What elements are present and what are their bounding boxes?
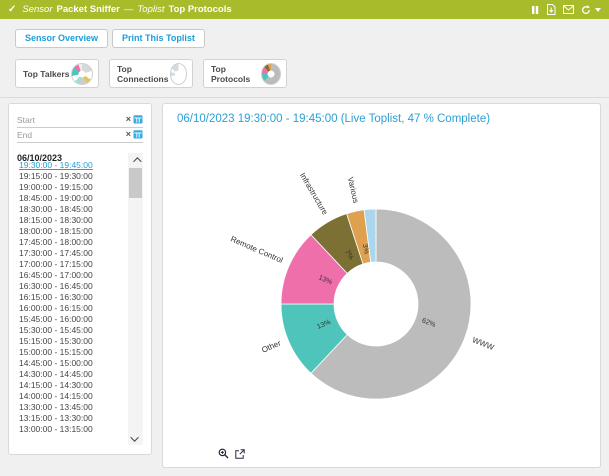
toplist-interval[interactable]: 15:15:00 - 15:30:00: [19, 336, 119, 347]
toplist-interval[interactable]: 14:15:00 - 14:30:00: [19, 380, 119, 391]
toplist-interval[interactable]: 17:45:00 - 18:00:00: [19, 237, 119, 248]
toplist-interval[interactable]: 13:15:00 - 13:30:00: [19, 413, 119, 424]
tab-top-protocols[interactable]: Top Protocols: [203, 59, 287, 88]
top-protocols-pie-icon: [261, 63, 281, 85]
clear-end-icon[interactable]: ×: [126, 130, 131, 139]
sensor-overview-button[interactable]: Sensor Overview: [15, 29, 108, 48]
clear-start-icon[interactable]: ×: [126, 115, 131, 124]
zoom-icon[interactable]: [218, 448, 229, 459]
refresh-icon[interactable]: [581, 5, 591, 15]
toplist-tabs: Top Talkers Top Connections Top Protocol…: [15, 59, 287, 88]
toplist-label: Toplist: [137, 4, 164, 15]
protocol-donut-chart: 62%WWW13%Other13%Remote Control7%Infrast…: [163, 132, 600, 457]
interval-list: 19:30:00 - 19:45:0019:15:00 - 19:30:0019…: [19, 160, 119, 435]
sensor-label: Sensor: [22, 4, 52, 15]
scroll-up-icon[interactable]: [128, 153, 143, 166]
toplist-interval[interactable]: 19:30:00 - 19:45:00: [19, 160, 119, 171]
chart-footer-icons: [218, 448, 245, 459]
segment-name-label: Other: [260, 338, 282, 354]
top-talkers-pie-icon: [71, 63, 93, 85]
status-ok-icon: ✓: [8, 4, 16, 15]
toplist-interval[interactable]: 19:00:00 - 19:15:00: [19, 182, 119, 193]
toplist-name: Top Protocols: [168, 4, 231, 15]
start-date-placeholder: Start: [17, 115, 126, 125]
scroll-down-icon[interactable]: [128, 432, 143, 445]
segment-name-label: Remote Control: [229, 234, 284, 265]
toplist-interval[interactable]: 18:00:00 - 18:15:00: [19, 226, 119, 237]
caret-down-icon[interactable]: [595, 8, 601, 12]
toplist-interval[interactable]: 16:15:00 - 16:30:00: [19, 292, 119, 303]
toplist-interval[interactable]: 16:30:00 - 16:45:00: [19, 281, 119, 292]
toplist-interval[interactable]: 15:00:00 - 15:15:00: [19, 347, 119, 358]
toplist-panel: 06/10/2023 19:30:00 - 19:45:00 (Live Top…: [162, 103, 601, 468]
export-report-icon[interactable]: [546, 4, 556, 15]
tab-label: Top Protocols: [211, 64, 261, 84]
toolbar: Sensor Overview Print This Toplist: [15, 29, 205, 48]
toplist-interval[interactable]: 18:30:00 - 18:45:00: [19, 204, 119, 215]
breadcrumb-separator: —: [124, 4, 134, 15]
toplist-interval[interactable]: 14:00:00 - 14:15:00: [19, 391, 119, 402]
header-bar: ✓ Sensor Packet Sniffer — Toplist Top Pr…: [0, 0, 609, 19]
toplist-interval[interactable]: 14:30:00 - 14:45:00: [19, 369, 119, 380]
interval-sidebar: Start × End × 06/10/2023 19:30:00 - 19:4…: [8, 103, 152, 455]
toplist-interval[interactable]: 18:45:00 - 19:00:00: [19, 193, 119, 204]
tab-label: Top Talkers: [23, 69, 69, 79]
open-external-icon[interactable]: [235, 449, 245, 459]
email-icon[interactable]: [563, 5, 574, 14]
pause-icon[interactable]: [531, 5, 539, 15]
toplist-interval[interactable]: 17:00:00 - 17:15:00: [19, 259, 119, 270]
tab-top-talkers[interactable]: Top Talkers: [15, 59, 99, 88]
segment-name-label: Infrastructure: [298, 171, 330, 217]
interval-scrollbar[interactable]: [128, 153, 143, 445]
sensor-name[interactable]: Packet Sniffer: [57, 4, 120, 15]
toplist-interval[interactable]: 16:45:00 - 17:00:00: [19, 270, 119, 281]
protocol-donut-wrap: 62%WWW13%Other13%Remote Control7%Infrast…: [163, 132, 600, 462]
toplist-interval[interactable]: 17:30:00 - 17:45:00: [19, 248, 119, 259]
end-date-placeholder: End: [17, 130, 126, 140]
toplist-interval[interactable]: 13:00:00 - 13:15:00: [19, 424, 119, 435]
scrollbar-thumb[interactable]: [129, 168, 142, 198]
segment-name-label: WWW: [471, 335, 496, 352]
toplist-title: 06/10/2023 19:30:00 - 19:45:00 (Live Top…: [177, 113, 490, 125]
toplist-interval[interactable]: 15:45:00 - 16:00:00: [19, 314, 119, 325]
calendar-icon[interactable]: [133, 126, 143, 144]
start-date-field[interactable]: Start ×: [17, 113, 143, 128]
toplist-interval[interactable]: 18:15:00 - 18:30:00: [19, 215, 119, 226]
end-date-field[interactable]: End ×: [17, 128, 143, 143]
tab-label: Top Connections: [117, 64, 170, 84]
toplist-interval[interactable]: 16:00:00 - 16:15:00: [19, 303, 119, 314]
toplist-interval[interactable]: 15:30:00 - 15:45:00: [19, 325, 119, 336]
top-connections-pie-icon: [170, 63, 187, 85]
segment-name-label: Various: [346, 176, 361, 204]
toplist-interval[interactable]: 14:45:00 - 15:00:00: [19, 358, 119, 369]
toplist-interval[interactable]: 19:15:00 - 19:30:00: [19, 171, 119, 182]
section-divider: [0, 97, 609, 98]
toplist-interval[interactable]: 13:30:00 - 13:45:00: [19, 402, 119, 413]
print-toplist-button[interactable]: Print This Toplist: [112, 29, 205, 48]
tab-top-connections[interactable]: Top Connections: [109, 59, 193, 88]
